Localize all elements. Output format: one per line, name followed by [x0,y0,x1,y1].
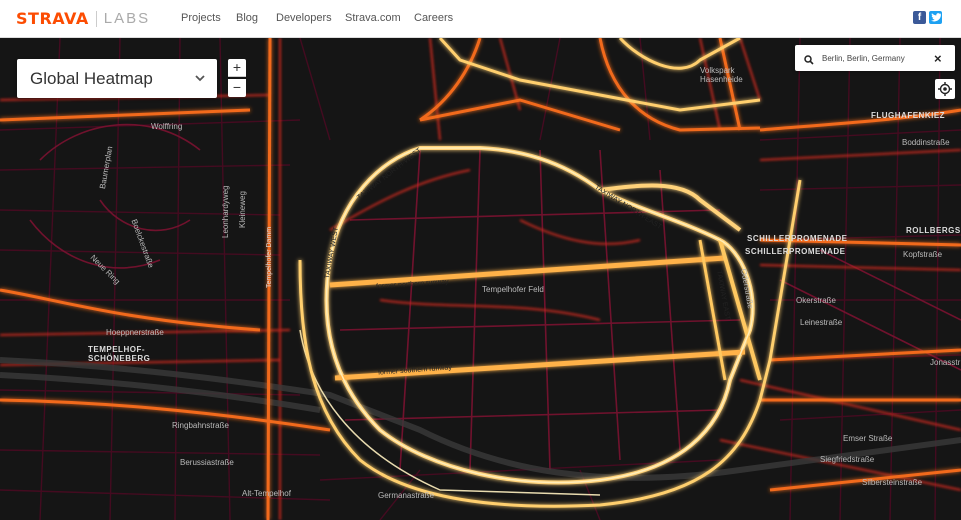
label-okerstrasse: Okerstraße [796,296,837,305]
location-search: × [795,45,955,71]
social-links: f [913,11,942,24]
chevron-down-icon [195,73,205,85]
label-jonasstrasse: Jonasstr [930,358,961,367]
label-ringbahnstrasse: Ringbahnstraße [172,421,229,430]
logo-divider [95,10,97,27]
label-berussiastrasse: Berussiastraße [180,458,234,467]
zoom-controls: + − [228,59,246,97]
nav-strava-com[interactable]: Strava.com [345,12,414,24]
strava-labs-logo[interactable]: STRAVA LABS [16,9,150,28]
strava-brand: STRAVA [16,9,89,28]
label-kopfstrasse: Kopfstraße [903,250,943,259]
label-schillerpromenade-1: SCHILLERPROMENADE [747,234,848,243]
label-tempelhofer-damm: Tempelhofer Damm [266,226,273,288]
search-icon [804,52,816,65]
labs-text: LABS [103,10,151,27]
top-navigation-bar: STRAVA LABS Projects Blog Developers Str… [0,0,961,38]
label-emserstrasse: Emser Straße [843,434,893,443]
locate-button[interactable] [935,79,955,99]
label-schillerpromenade-2: SCHILLERPROMENADE [745,247,846,256]
label-leinestrasse: Leinestraße [800,318,843,327]
label-silbersteinstrasse: Silbersteinstraße [862,478,923,487]
label-boddinstrasse: Boddinstraße [902,138,950,147]
label-schoeneberg: SCHÖNEBERG [88,354,151,363]
label-tempelhof: TEMPELHOF- [88,345,145,354]
label-tempelhofer-feld: Tempelhofer Feld [482,285,544,294]
nav-projects[interactable]: Projects [181,12,236,24]
label-siegfriedstrasse: Siegfriedstraße [820,455,875,464]
facebook-icon[interactable]: f [913,11,926,24]
label-rollbergsi: ROLLBERGSI [906,226,961,235]
heatmap-layer [0,38,961,520]
zoom-in-button[interactable]: + [228,59,246,77]
nav-developers[interactable]: Developers [276,12,345,24]
label-wolffring: Wolffring [151,122,183,131]
zoom-out-button[interactable]: − [228,79,246,97]
nav-blog[interactable]: Blog [236,12,276,24]
heatmap-map[interactable]: Volkspark Hasenheide FLUGHAFENKIEZ Boddin… [0,38,961,520]
locate-icon [938,82,952,96]
twitter-icon[interactable] [929,11,942,24]
nav-careers[interactable]: Careers [414,12,464,24]
label-volkspark: Volkspark Hasenheide [700,66,743,84]
heatmap-type-select[interactable]: Global Heatmap [17,59,217,98]
search-input[interactable] [822,53,932,63]
main-nav: Projects Blog Developers Strava.com Care… [181,12,464,24]
label-hoeppnerstrasse: Hoeppnerstraße [106,328,164,337]
close-icon[interactable]: × [934,51,942,66]
label-kleineweg: Kleineweg [238,191,247,228]
label-germanastrasse: Germanastraße [378,491,435,500]
label-leonhardyweg: Leonhardyweg [221,185,230,238]
label-alt-tempelhof: Alt-Tempelhof [242,489,291,498]
heatmap-type-label: Global Heatmap [30,68,153,88]
label-flughafenkiez: FLUGHAFENKIEZ [871,111,946,120]
